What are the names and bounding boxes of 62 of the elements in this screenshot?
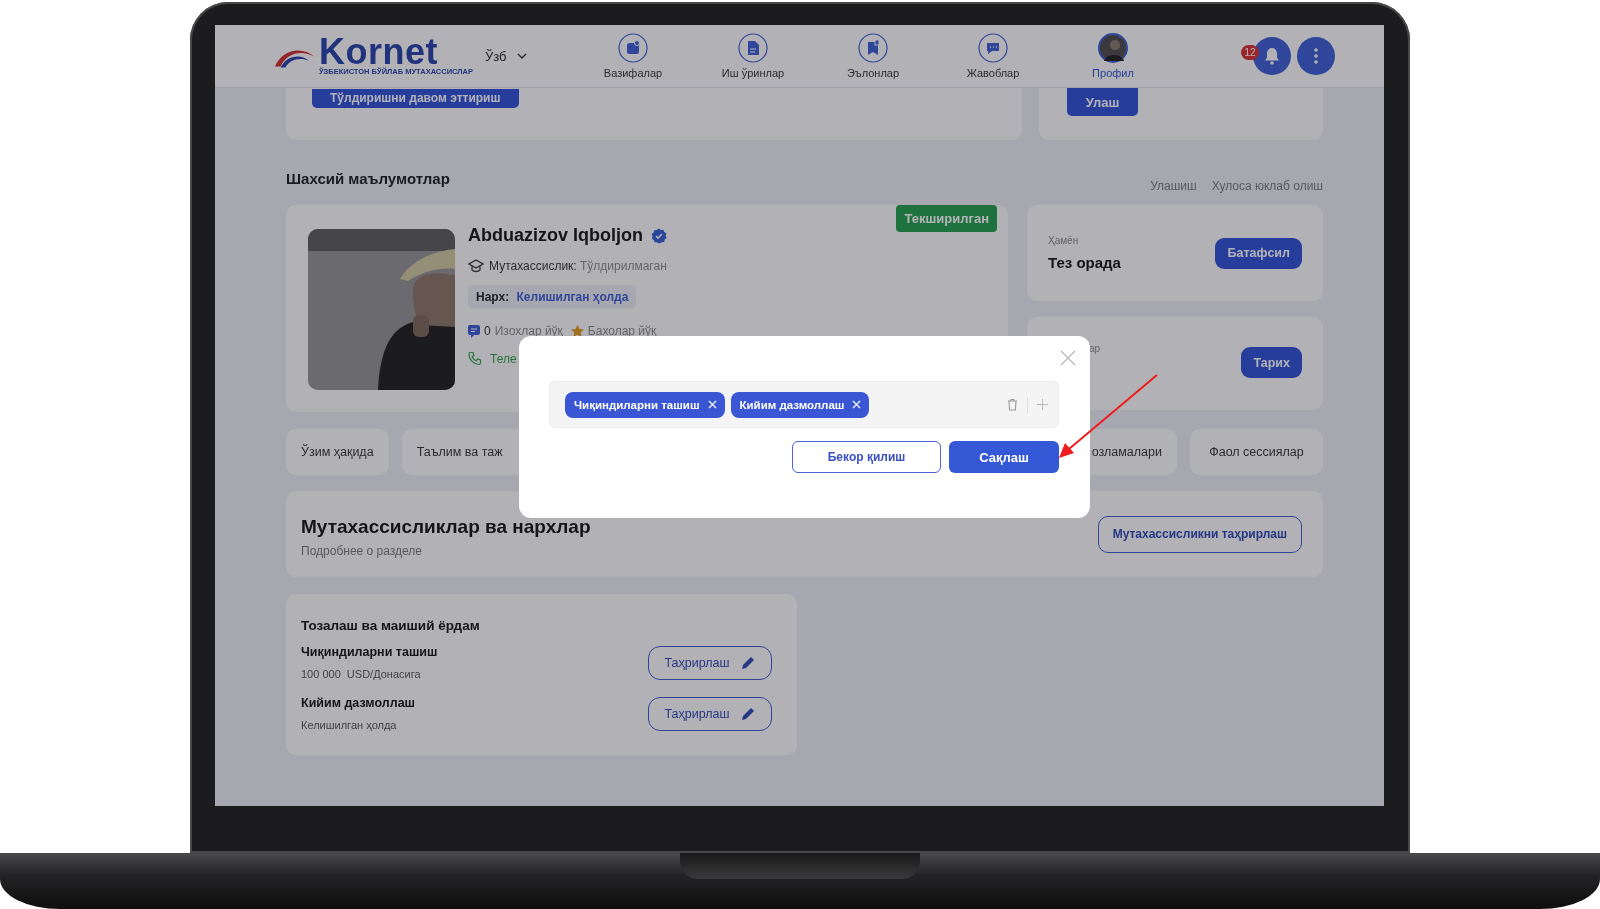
specialty-text: Мутахассислик: Тўлдирилмаган: [489, 259, 667, 273]
graduation-cap-icon: [468, 258, 484, 274]
more-icon: [1314, 48, 1318, 64]
chevron-down-icon: [516, 53, 527, 59]
logo-wordmark: Kornet: [318, 36, 438, 67]
edit-specialty-button[interactable]: Мутахассисликни таҳрирлаш: [1097, 515, 1302, 553]
comment-icon: [468, 324, 480, 338]
cancel-button[interactable]: Бекор қилиш: [792, 441, 941, 473]
service-name: Чиқиндиларни ташиш: [301, 645, 438, 659]
remove-icon: [852, 400, 862, 409]
language-selector[interactable]: Ўзб: [473, 48, 573, 64]
tab[interactable]: Ўзим ҳақида: [286, 429, 389, 475]
tags-input-field[interactable]: Чиқиндиларни ташиш Кийим дазмоллаш: [549, 381, 1059, 428]
history-label: ар: [1089, 343, 1101, 354]
plus-icon[interactable]: [1037, 399, 1048, 410]
bell-icon: [1264, 47, 1280, 65]
service-price: Келишилган ҳолда: [301, 719, 398, 731]
nav-item[interactable]: Вазифалар: [573, 33, 693, 79]
wallet-value: Тез орада: [1048, 254, 1121, 271]
connect-button[interactable]: Улаш: [1067, 88, 1138, 116]
pencil-icon: [739, 654, 756, 671]
service-price: 100 000 USD/Донасига: [301, 668, 422, 680]
nav-item[interactable]: Профил: [1053, 33, 1173, 79]
category-title: Тозалаш ва маиший ёрдам: [301, 618, 481, 633]
edit-button[interactable]: Таҳрирлаш: [648, 645, 772, 680]
specialties-title: Мутахассисликлар ва нархлар: [301, 516, 591, 538]
nav-item[interactable]: Жавоблар: [933, 33, 1053, 79]
trash-icon[interactable]: [1007, 398, 1018, 411]
phone-text: Теле: [490, 351, 517, 366]
reviews-count: 0: [484, 324, 491, 338]
status-badge: Текширилган: [896, 205, 997, 232]
header-link[interactable]: Улашиш: [1150, 179, 1197, 193]
nav-item[interactable]: Иш ўринлар: [693, 33, 813, 79]
header-link[interactable]: Хулоса юклаб олиш: [1211, 179, 1323, 193]
save-button[interactable]: Сақлаш: [949, 441, 1059, 473]
close-button[interactable]: [1060, 350, 1076, 366]
selected-tag[interactable]: Кийим дазмоллаш: [730, 391, 870, 418]
pencil-icon: [739, 705, 756, 722]
tab[interactable]: Фаол сессиялар: [1190, 429, 1323, 475]
menu-button[interactable]: [1297, 37, 1335, 75]
price-chip: Нарх: Келишилган ҳолда: [468, 285, 637, 309]
notification-badge: 12: [1241, 45, 1259, 60]
service-name: Кийим дазмоллаш: [301, 696, 415, 710]
document-icon: [738, 33, 768, 63]
continue-button[interactable]: Тўлдиришни давом эттириш: [312, 88, 519, 108]
phone-icon: [468, 351, 483, 366]
star-icon: [570, 325, 584, 337]
specialties-subtitle: Подробнее о разделе: [301, 544, 423, 558]
details-button[interactable]: Батафсил: [1215, 237, 1302, 269]
close-icon: [1060, 350, 1076, 366]
chat-icon: [978, 33, 1008, 63]
wallet-label: Ҳамён: [1048, 235, 1080, 246]
history-button[interactable]: Тарих: [1241, 347, 1302, 378]
profile-name: Abduazizov Iqboljon: [468, 225, 643, 246]
remove-icon: [707, 400, 717, 409]
nav-item[interactable]: Эълонлар: [813, 33, 933, 79]
bookmark-icon: [858, 33, 888, 63]
card-icon: [618, 33, 648, 63]
section-title: Шахсий маълумотлар: [286, 170, 450, 187]
edit-button[interactable]: Таҳрирлаш: [648, 696, 772, 731]
selected-tag[interactable]: Чиқиндиларни ташиш: [565, 391, 725, 418]
notifications-button[interactable]: [1253, 37, 1291, 75]
